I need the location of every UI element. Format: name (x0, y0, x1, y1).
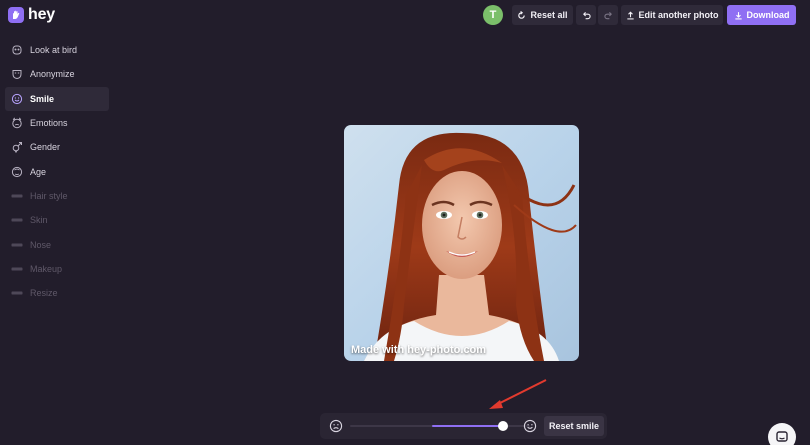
smile-slider-thumb[interactable] (498, 421, 508, 431)
sidebar-item-label: Gender (30, 142, 61, 153)
sidebar-item-label: Makeup (30, 263, 63, 274)
age-icon (11, 166, 23, 178)
edit-another-photo-button[interactable]: Edit another photo (621, 5, 723, 25)
redo-icon (603, 11, 612, 19)
download-button[interactable]: Download (727, 5, 796, 25)
logo[interactable]: heyphoto (8, 6, 396, 148)
sidebar-item-age[interactable]: Age (5, 159, 109, 183)
sidebar-item-nose: Nose (5, 232, 109, 256)
bird-icon (11, 44, 23, 56)
sidebar-item-makeup: Makeup (5, 257, 109, 281)
watermark-text: Made with hey-photo.com (351, 344, 487, 356)
sidebar-item-label: Nose (30, 239, 52, 250)
sidebar-item-label: Skin (30, 215, 48, 226)
sidebar-item-label: Resize (30, 288, 58, 299)
logo-hand-icon (8, 7, 24, 23)
sidebar-item-anonymize[interactable]: Anonymize (5, 62, 109, 86)
placeholder-bar-icon (11, 214, 23, 226)
placeholder-bar-icon (11, 190, 23, 202)
upload-icon (626, 10, 634, 19)
sidebar-item-label: Look at bird (30, 45, 78, 56)
brand-hey: hey (28, 6, 55, 23)
placeholder-bar-icon (11, 263, 23, 275)
sidebar-item-smile[interactable]: Smile (5, 86, 109, 111)
sidebar-item-resize: Resize (5, 281, 109, 305)
sidebar-item-label: Smile (30, 93, 55, 104)
brand-name: heyphoto (28, 6, 396, 148)
reset-icon (518, 10, 526, 19)
smile-slider-panel: Reset smile (320, 413, 607, 439)
sidebar-item-look-at-bird[interactable]: Look at bird (5, 38, 109, 62)
sidebar-item-label: Age (30, 166, 47, 177)
chat-icon (776, 431, 788, 442)
sidebar-item-label: Anonymize (30, 69, 75, 80)
undo-button[interactable] (576, 5, 596, 25)
sidebar-item-label: Hair style (30, 190, 68, 201)
reset-all-button[interactable]: Reset all (512, 5, 573, 25)
sad-face-icon[interactable] (329, 419, 343, 433)
undo-icon (582, 11, 591, 19)
emotions-icon (11, 117, 23, 129)
placeholder-bar-icon (11, 239, 23, 251)
download-icon (734, 11, 742, 19)
sidebar-item-label: Emotions (30, 118, 68, 129)
avatar[interactable]: T (483, 5, 503, 25)
redo-button[interactable] (598, 5, 618, 25)
chat-widget-button[interactable] (768, 423, 796, 445)
edit-another-label: Edit another photo (638, 10, 719, 20)
smile-icon (11, 93, 23, 105)
sidebar-item-skin: Skin (5, 208, 109, 232)
tools-sidebar: Look at bird Anonymize Smile Emotions Ge… (5, 38, 109, 305)
edited-photo: Made with hey-photo.com (344, 125, 579, 361)
reset-smile-button[interactable]: Reset smile (544, 416, 604, 436)
gender-icon (11, 141, 23, 153)
smile-slider-fill (432, 425, 503, 427)
sidebar-item-hair-style: Hair style (5, 184, 109, 208)
mask-icon (11, 68, 23, 80)
top-bar: heyphoto T Reset all Edit another photo … (0, 0, 810, 148)
download-label: Download (746, 10, 790, 20)
happy-face-icon[interactable] (523, 419, 537, 433)
annotation-arrow (489, 379, 547, 409)
sidebar-item-emotions[interactable]: Emotions (5, 111, 109, 135)
reset-all-label: Reset all (530, 10, 568, 20)
portrait-illustration (344, 125, 579, 361)
sidebar-item-gender[interactable]: Gender (5, 135, 109, 159)
placeholder-bar-icon (11, 287, 23, 299)
